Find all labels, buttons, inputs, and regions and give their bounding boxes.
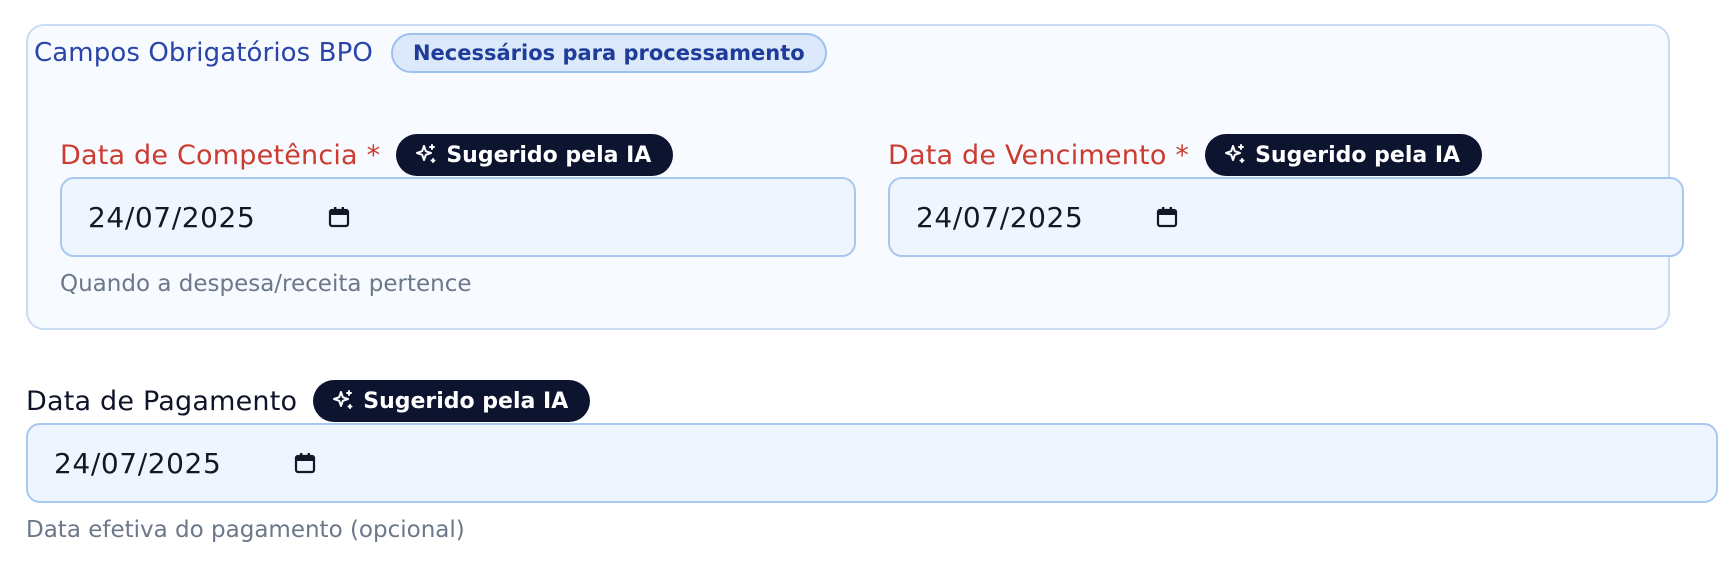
pagamento-label-row: Data de Pagamento Sugerido pela IA	[26, 379, 1718, 423]
vencimento-label-row: Data de Vencimento * Sugerido pela IA	[888, 133, 1684, 177]
ai-badge-label: Sugerido pela IA	[1255, 142, 1461, 168]
ai-suggested-badge: Sugerido pela IA	[1205, 134, 1483, 176]
sparkles-icon	[1223, 143, 1247, 167]
ai-suggested-badge: Sugerido pela IA	[313, 380, 591, 422]
required-marker: *	[1175, 139, 1190, 171]
calendar-icon[interactable]	[326, 204, 352, 230]
bpo-section-header: Campos Obrigatórios BPO Necessários para…	[34, 33, 827, 73]
competencia-field: Data de Competência * Sugerido pela IA 2…	[60, 133, 856, 297]
calendar-icon[interactable]	[1154, 204, 1180, 230]
pagamento-date-value[interactable]: 24/07/2025	[54, 447, 292, 480]
competencia-label-text: Data de Competência	[60, 139, 358, 171]
calendar-icon[interactable]	[292, 450, 318, 476]
vencimento-label-text: Data de Vencimento	[888, 139, 1167, 171]
vencimento-date-input[interactable]: 24/07/2025	[888, 177, 1684, 257]
pagamento-date-input[interactable]: 24/07/2025	[26, 423, 1718, 503]
ai-badge-label: Sugerido pela IA	[363, 388, 569, 414]
pagamento-field: Data de Pagamento Sugerido pela IA 24/07…	[26, 379, 1718, 543]
competencia-date-value[interactable]: 24/07/2025	[88, 201, 326, 234]
competencia-label-row: Data de Competência * Sugerido pela IA	[60, 133, 856, 177]
vencimento-label: Data de Vencimento *	[888, 140, 1189, 171]
competencia-label: Data de Competência *	[60, 140, 380, 171]
pagamento-label: Data de Pagamento	[26, 385, 298, 417]
pagamento-helper-text: Data efetiva do pagamento (opcional)	[26, 517, 465, 543]
competencia-helper-text: Quando a despesa/receita pertence	[60, 271, 472, 297]
processing-required-badge: Necessários para processamento	[390, 33, 827, 73]
required-marker: *	[366, 139, 381, 171]
ai-badge-label: Sugerido pela IA	[446, 142, 652, 168]
sparkles-icon	[331, 389, 355, 413]
competencia-date-input[interactable]: 24/07/2025	[60, 177, 856, 257]
ai-suggested-badge: Sugerido pela IA	[396, 134, 674, 176]
sparkles-icon	[414, 143, 438, 167]
page: Campos Obrigatórios BPO Necessários para…	[0, 0, 1736, 574]
vencimento-date-value[interactable]: 24/07/2025	[916, 201, 1154, 234]
section-title: Campos Obrigatórios BPO	[34, 38, 373, 68]
vencimento-field: Data de Vencimento * Sugerido pela IA 24…	[888, 133, 1684, 257]
